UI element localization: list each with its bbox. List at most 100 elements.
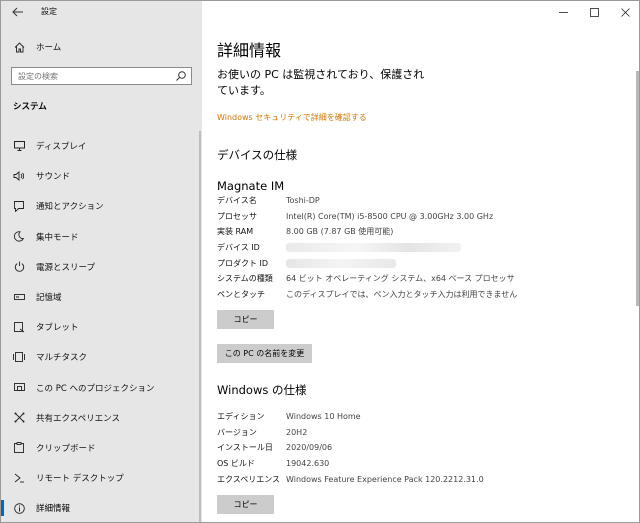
security-link[interactable]: Windows セキュリティで詳細を確認する	[217, 112, 367, 123]
moon-icon	[11, 230, 27, 244]
spec-value: 8.00 GB (7.87 GB 使用可能)	[286, 227, 394, 237]
maximize-button[interactable]	[579, 1, 610, 23]
spec-key: バージョン	[217, 427, 257, 437]
rename-pc-button[interactable]: この PC の名前を変更	[217, 344, 312, 363]
storage-icon	[11, 290, 27, 304]
device-model: Magnate IM	[217, 179, 285, 193]
spec-value: このディスプレイでは、ペン入力とタッチ入力は利用できません	[286, 289, 518, 299]
sidebar-item-label: 記憶域	[36, 293, 62, 304]
sidebar-item-label: 共有エクスペリエンス	[36, 413, 120, 424]
sidebar-item-label: 通知とアクション	[36, 202, 104, 213]
spec-value: Windows 10 Home	[286, 412, 361, 422]
sidebar-item-clipboard[interactable]: クリップボード	[1, 433, 202, 463]
sidebar-item-about[interactable]: 詳細情報	[1, 493, 202, 522]
spec-value: Intel(R) Core(TM) i5-8500 CPU @ 3.00GHz …	[286, 211, 494, 221]
window-controls	[548, 1, 639, 23]
sidebar-item-focus[interactable]: 集中モード	[1, 222, 202, 252]
sidebar-item-label: タブレット	[36, 323, 79, 334]
spec-row-edition: エディション Windows 10 Home	[217, 409, 627, 425]
notification-icon	[11, 199, 27, 213]
home-icon	[11, 40, 27, 54]
sidebar-item-multitask[interactable]: マルチタスク	[1, 342, 202, 372]
main-content: 詳細情報 お使いの PC は監視されており、保護されています。 Windows …	[202, 1, 639, 522]
device-spec-heading: デバイスの仕様	[217, 148, 298, 162]
spec-row-device-name: デバイス名 Toshi-DP	[217, 193, 627, 209]
copy-windows-specs-button[interactable]: コピー	[217, 495, 274, 514]
sidebar-item-storage[interactable]: 記憶域	[1, 282, 202, 312]
search-input[interactable]	[18, 71, 168, 82]
sidebar-scrollbar[interactable]	[199, 131, 201, 522]
sidebar-item-sound[interactable]: サウンド	[1, 161, 202, 191]
sidebar-nav: ディスプレイ サウンド 通知とアクション 集中モード 電源とスリープ 記憶域 タ…	[1, 131, 202, 522]
monitor-icon	[11, 139, 27, 153]
section-title: システム	[13, 102, 47, 112]
spec-value: Toshi-DP	[286, 196, 320, 206]
spec-key: デバイス名	[217, 196, 257, 206]
title-bar: 設定	[1, 1, 202, 25]
speaker-icon	[11, 169, 27, 183]
spec-row-processor: プロセッサ Intel(R) Core(TM) i5-8500 CPU @ 3.…	[217, 209, 627, 225]
settings-window: 設定 ホーム システム ディスプレイ サウンド 通知とアクション	[0, 0, 640, 523]
share-icon	[11, 411, 27, 425]
sidebar-item-tablet[interactable]: タブレット	[1, 312, 202, 342]
sidebar-item-label: リモート デスクトップ	[36, 474, 124, 485]
minimize-icon	[559, 11, 568, 13]
back-arrow-icon	[12, 7, 23, 17]
sidebar-item-label: サウンド	[36, 172, 71, 183]
sidebar-item-projection[interactable]: この PC へのプロジェクション	[1, 373, 202, 403]
sidebar-item-label: 電源とスリープ	[36, 262, 95, 273]
sidebar-item-label: 詳細情報	[36, 504, 71, 515]
active-indicator	[1, 500, 4, 517]
spec-key: デバイス ID	[217, 243, 260, 253]
sidebar-item-label: 集中モード	[36, 232, 79, 243]
spec-row-product-id: プロダクト ID	[217, 255, 627, 271]
spec-row-system-type: システムの種類 64 ビット オペレーティング システム、x64 ベース プロセ…	[217, 271, 627, 287]
sidebar-item-shared[interactable]: 共有エクスペリエンス	[1, 403, 202, 433]
clipboard-icon	[11, 441, 27, 455]
sidebar-item-remote[interactable]: リモート デスクトップ	[1, 463, 202, 493]
sidebar-item-label: マルチタスク	[36, 353, 88, 364]
spec-row-ram: 実装 RAM 8.00 GB (7.87 GB 使用可能)	[217, 224, 627, 240]
sidebar-item-label: ディスプレイ	[36, 142, 87, 153]
spec-value: 2020/09/06	[286, 443, 333, 453]
spec-key: エクスペリエンス	[217, 474, 281, 484]
spec-key: 実装 RAM	[217, 227, 254, 237]
spec-row-install-date: インストール日 2020/09/06	[217, 440, 627, 456]
sidebar-item-home[interactable]: ホーム	[1, 37, 202, 57]
spec-row-experience: エクスペリエンス Windows Feature Experience Pack…	[217, 471, 627, 487]
spec-row-os-build: OS ビルド 19042.630	[217, 456, 627, 472]
sidebar: 設定 ホーム システム ディスプレイ サウンド 通知とアクション	[1, 1, 202, 522]
redacted-value	[286, 258, 396, 268]
main-scrollbar[interactable]	[636, 71, 639, 306]
copy-device-specs-button[interactable]: コピー	[217, 310, 274, 329]
spec-value: Windows Feature Experience Pack 120.2212…	[286, 474, 484, 484]
redacted-value	[286, 243, 461, 253]
windows-spec-heading: Windows の仕様	[217, 383, 307, 397]
multitask-icon	[11, 350, 27, 364]
spec-row-device-id: デバイス ID	[217, 240, 627, 256]
spec-row-version: バージョン 20H2	[217, 425, 627, 441]
spec-key: システムの種類	[217, 274, 273, 284]
close-icon	[621, 7, 630, 17]
minimize-button[interactable]	[548, 1, 579, 23]
spec-key: インストール日	[217, 443, 273, 453]
spec-value: 64 ビット オペレーティング システム、x64 ベース プロセッサ	[286, 274, 515, 284]
sidebar-item-power[interactable]: 電源とスリープ	[1, 252, 202, 282]
close-button[interactable]	[610, 1, 639, 23]
maximize-icon	[590, 7, 599, 17]
sidebar-item-notifications[interactable]: 通知とアクション	[1, 191, 202, 221]
spec-key: プロダクト ID	[217, 258, 269, 268]
spec-value: 20H2	[286, 427, 308, 437]
sidebar-item-label: この PC へのプロジェクション	[36, 383, 155, 394]
spec-key: プロセッサ	[217, 211, 257, 221]
sidebar-item-display[interactable]: ディスプレイ	[1, 131, 202, 161]
spec-key: OS ビルド	[217, 459, 255, 469]
info-icon	[11, 501, 27, 515]
back-button[interactable]	[9, 4, 27, 20]
protection-status: お使いの PC は監視されており、保護されています。	[217, 68, 425, 97]
search-box[interactable]	[11, 67, 192, 85]
home-label: ホーム	[36, 43, 62, 53]
remote-icon	[11, 471, 27, 485]
spec-value: 19042.630	[286, 459, 330, 469]
tablet-icon	[11, 320, 27, 334]
